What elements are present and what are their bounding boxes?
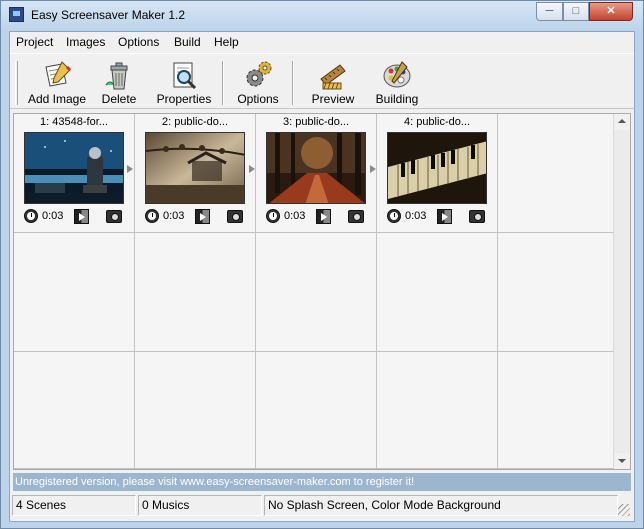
camera-icon[interactable] — [227, 210, 243, 223]
empty-scene-slot[interactable] — [14, 352, 135, 469]
empty-scene-slot[interactable] — [256, 352, 377, 469]
title-bar[interactable]: Easy Screensaver Maker 1.2 ─ □ ✕ — [1, 1, 643, 31]
building-button[interactable]: Building — [370, 56, 424, 108]
camera-icon[interactable] — [106, 210, 122, 223]
menu-bar: Project Images Options Build Help — [10, 32, 634, 52]
clock-icon[interactable] — [145, 209, 159, 223]
transition-arrow-icon — [370, 165, 376, 173]
scene-title: 1: 43548-for... — [40, 116, 108, 128]
trash-icon — [105, 62, 128, 90]
add-image-button[interactable]: Add Image — [24, 56, 90, 108]
status-bar: 4 Scenes 0 Musics No Splash Screen, Colo… — [12, 494, 632, 518]
fence-scene-image — [146, 133, 244, 203]
gears-icon — [246, 61, 272, 87]
clock-icon[interactable] — [387, 209, 401, 223]
scroll-track[interactable] — [614, 130, 630, 453]
scene-controls: 0:03 — [14, 209, 135, 224]
transition-icon[interactable] — [316, 209, 331, 224]
minimize-button[interactable]: ─ — [536, 2, 563, 21]
menu-images[interactable]: Images — [66, 35, 105, 49]
delete-label: Delete — [101, 92, 137, 106]
empty-scene-slot[interactable] — [256, 233, 377, 352]
add-image-label: Add Image — [27, 92, 87, 106]
camera-icon[interactable] — [469, 210, 485, 223]
transition-arrow-icon — [127, 165, 133, 173]
transition-icon[interactable] — [437, 209, 452, 224]
add-image-icon — [45, 61, 72, 87]
scene-duration: 0:03 — [284, 210, 306, 222]
client-area: Project Images Options Build Help Add Im… — [9, 31, 635, 522]
scene-controls: 0:03 — [256, 209, 377, 224]
film-pencil-icon — [320, 64, 346, 90]
empty-scene-slot[interactable] — [377, 233, 498, 352]
scene-grid[interactable]: 1: 43548-for... 0:03 2: public-do... 0:0… — [13, 113, 631, 470]
scene-duration: 0:03 — [405, 210, 427, 222]
scene-cell[interactable]: 4: public-do... 0:03 — [377, 114, 498, 233]
clock-icon[interactable] — [24, 209, 38, 223]
delete-button[interactable]: Delete — [96, 56, 142, 108]
preview-label: Preview — [311, 92, 355, 106]
toolbar: Add Image Delete Properties Options Prev… — [10, 53, 634, 109]
empty-scene-slot[interactable] — [498, 114, 614, 233]
empty-scene-slot[interactable] — [135, 233, 256, 352]
empty-scene-slot[interactable] — [14, 233, 135, 352]
menu-build[interactable]: Build — [174, 35, 201, 49]
building-label: Building — [375, 92, 419, 106]
scene-title: 3: public-do... — [282, 116, 350, 128]
scene-controls: 0:03 — [377, 209, 498, 224]
scene-thumbnail[interactable] — [24, 132, 124, 204]
vertical-scrollbar[interactable] — [613, 114, 630, 469]
scene-cell[interactable]: 1: 43548-for... 0:03 — [14, 114, 135, 233]
properties-button[interactable]: Properties — [152, 56, 216, 108]
menu-options[interactable]: Options — [118, 35, 159, 49]
transition-icon[interactable] — [74, 209, 89, 224]
empty-scene-slot[interactable] — [498, 233, 614, 352]
scroll-up-button[interactable] — [614, 114, 630, 130]
toolbar-separator — [222, 61, 224, 105]
robot-scene-image — [25, 133, 123, 203]
piano-scene-image — [388, 133, 486, 203]
scene-cell[interactable]: 3: public-do... 0:03 — [256, 114, 377, 233]
toolbar-separator — [292, 61, 294, 105]
palette-icon — [383, 61, 411, 88]
transition-arrow-icon — [249, 165, 255, 173]
menu-project[interactable]: Project — [16, 35, 53, 49]
maximize-button[interactable]: □ — [563, 2, 589, 21]
options-label: Options — [237, 92, 279, 106]
scene-thumbnail[interactable] — [266, 132, 366, 204]
scene-thumbnail[interactable] — [145, 132, 245, 204]
scene-thumbnail[interactable] — [387, 132, 487, 204]
empty-scene-slot[interactable] — [135, 352, 256, 469]
transition-icon[interactable] — [195, 209, 210, 224]
app-window: Easy Screensaver Maker 1.2 ─ □ ✕ Project… — [0, 0, 644, 529]
scene-controls: 0:03 — [135, 209, 256, 224]
app-icon[interactable] — [9, 7, 24, 22]
close-button[interactable]: ✕ — [589, 2, 633, 21]
status-musics-count: 0 Musics — [138, 495, 262, 516]
scene-title: 2: public-do... — [161, 116, 229, 128]
properties-label: Properties — [156, 92, 212, 106]
window-title: Easy Screensaver Maker 1.2 — [31, 8, 186, 22]
scene-duration: 0:03 — [42, 210, 64, 222]
scene-duration: 0:03 — [163, 210, 185, 222]
properties-icon — [173, 62, 197, 90]
empty-scene-slot[interactable] — [377, 352, 498, 469]
menu-help[interactable]: Help — [214, 35, 239, 49]
resize-grip[interactable] — [618, 504, 630, 516]
forest-scene-image — [267, 133, 365, 203]
preview-button[interactable]: Preview — [306, 56, 360, 108]
scroll-down-button[interactable] — [614, 453, 630, 469]
options-button[interactable]: Options — [232, 56, 284, 108]
clock-icon[interactable] — [266, 209, 280, 223]
status-scenes-count: 4 Scenes — [12, 495, 136, 516]
status-mode: No Splash Screen, Color Mode Background — [264, 495, 618, 516]
toolbar-grip[interactable] — [15, 61, 18, 105]
scene-title: 4: public-do... — [403, 116, 471, 128]
camera-icon[interactable] — [348, 210, 364, 223]
scene-cell[interactable]: 2: public-do... 0:03 — [135, 114, 256, 233]
unregistered-notice[interactable]: Unregistered version, please visit www.e… — [13, 473, 631, 491]
empty-scene-slot[interactable] — [498, 352, 614, 469]
